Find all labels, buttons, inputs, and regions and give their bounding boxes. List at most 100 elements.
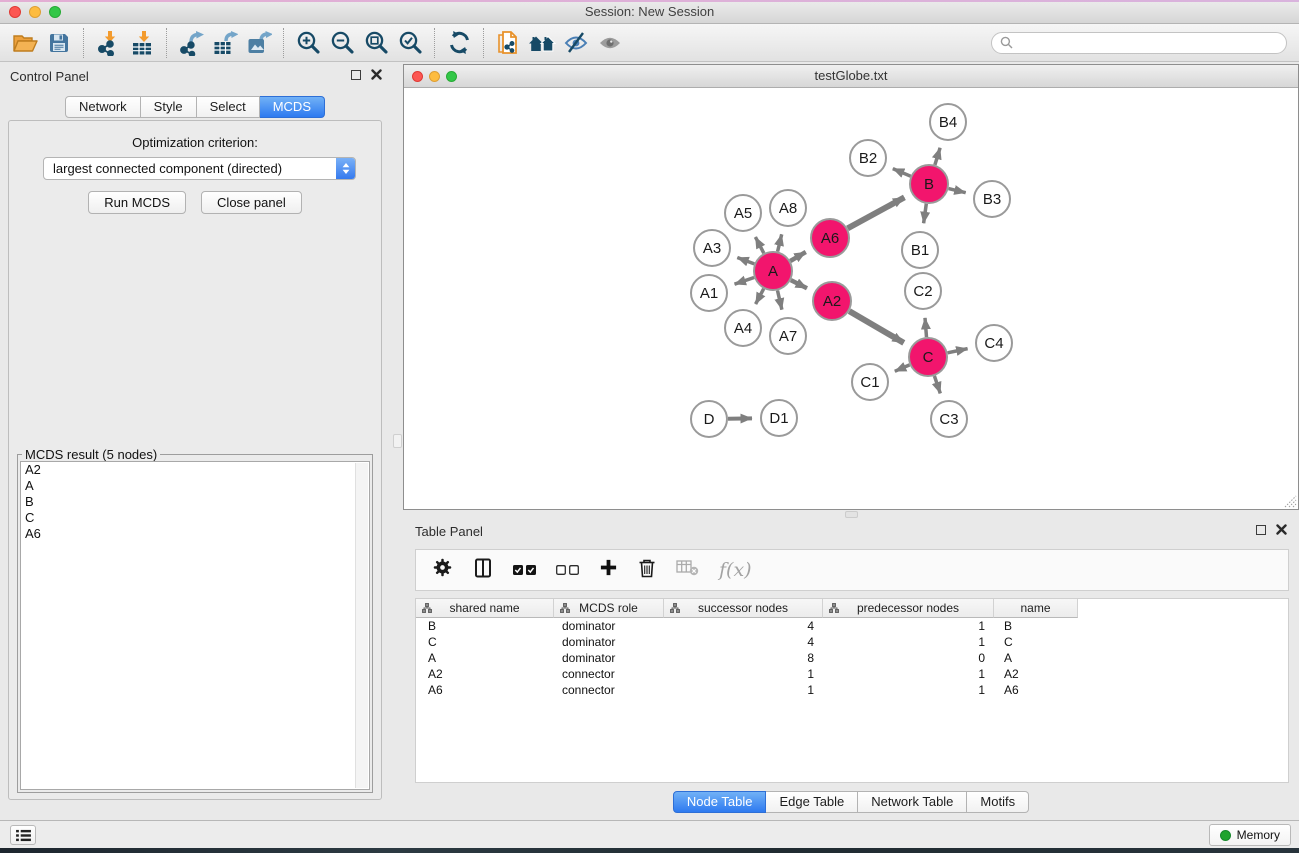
float-panel-icon[interactable] (1256, 525, 1266, 535)
graph-edge-A-A7[interactable] (778, 291, 782, 310)
network-window-traffic-lights[interactable] (412, 71, 457, 82)
column-header-name[interactable]: name (994, 599, 1078, 618)
import-table-button[interactable] (125, 28, 159, 58)
graph-edge-A-A6[interactable] (790, 252, 806, 261)
apply-preferred-layout-button[interactable] (442, 28, 476, 58)
export-network-button[interactable] (174, 28, 208, 58)
select-all-button[interactable] (513, 565, 536, 575)
minimize-window-button[interactable] (29, 6, 41, 18)
graph-edge-A-A5[interactable] (755, 237, 763, 253)
graph-edge-C-C4[interactable] (948, 349, 968, 353)
mcds-result-item[interactable]: A6 (21, 526, 369, 542)
zoom-in-button[interactable] (291, 28, 325, 58)
mcds-result-list[interactable]: A2 A B C A6 (20, 461, 370, 790)
memory-button[interactable]: Memory (1209, 824, 1291, 846)
graph-node-A8[interactable]: A8 (769, 189, 807, 227)
table-row[interactable]: C dominator 4 1 C (416, 634, 1288, 650)
graph-edge-B-B3[interactable] (949, 189, 966, 193)
graph-node-A3[interactable]: A3 (693, 229, 731, 267)
show-task-history-button[interactable] (10, 825, 36, 845)
graph-node-C3[interactable]: C3 (930, 400, 968, 438)
graph-node-B4[interactable]: B4 (929, 103, 967, 141)
graph-node-A4[interactable]: A4 (724, 309, 762, 347)
graph-edge-C-C1[interactable] (895, 365, 910, 371)
graph-edge-A-A4[interactable] (756, 289, 764, 304)
graph-node-A7[interactable]: A7 (769, 317, 807, 355)
zoom-out-button[interactable] (325, 28, 359, 58)
column-header-predecessor-nodes[interactable]: predecessor nodes (823, 599, 994, 618)
search-input[interactable] (1018, 36, 1278, 50)
home-button[interactable] (525, 28, 559, 58)
search-field[interactable] (991, 32, 1287, 54)
graph-node-C2[interactable]: C2 (904, 272, 942, 310)
import-network-button[interactable] (91, 28, 125, 58)
tab-node-table[interactable]: Node Table (673, 791, 767, 813)
traffic-lights[interactable] (9, 6, 61, 18)
delete-column-button[interactable] (638, 558, 656, 583)
close-window-button[interactable] (9, 6, 21, 18)
zoom-fit-button[interactable] (359, 28, 393, 58)
network-window-titlebar[interactable]: testGlobe.txt (404, 65, 1298, 88)
table-row[interactable]: A2 connector 1 1 A2 (416, 666, 1288, 682)
table-row[interactable]: A6 connector 1 1 A6 (416, 682, 1288, 698)
tab-select[interactable]: Select (197, 96, 260, 118)
graph-edge-A-A2[interactable] (791, 280, 807, 288)
graph-edge-C-C3[interactable] (934, 376, 940, 394)
graph-node-B3[interactable]: B3 (973, 180, 1011, 218)
save-session-button[interactable] (42, 28, 76, 58)
graph-edge-A-A8[interactable] (778, 234, 782, 251)
tab-style[interactable]: Style (141, 96, 197, 118)
column-header-successor-nodes[interactable]: successor nodes (664, 599, 823, 618)
column-header-mcds-role[interactable]: MCDS role (554, 599, 664, 618)
tab-mcds[interactable]: MCDS (260, 96, 325, 118)
mcds-list-scrollbar[interactable] (355, 463, 368, 788)
criterion-dropdown[interactable]: largest connected component (directed) (43, 157, 356, 180)
export-image-button[interactable] (242, 28, 276, 58)
show-graphics-details-button[interactable] (593, 28, 627, 58)
graph-node-C1[interactable]: C1 (851, 363, 889, 401)
network-view-window[interactable]: testGlobe.txt B4B2BB3A5A8A6B1A3AC2A1A2A4… (403, 64, 1299, 510)
app-titlebar[interactable]: Session: New Session (0, 0, 1299, 24)
graph-edge-B-B1[interactable] (924, 204, 927, 223)
tab-edge-table[interactable]: Edge Table (766, 791, 858, 813)
export-table-button[interactable] (208, 28, 242, 58)
graph-edge-A2-C[interactable] (849, 311, 904, 343)
network-canvas[interactable]: B4B2BB3A5A8A6B1A3AC2A1A2A4A7C4CC1C3DD1 (404, 88, 1298, 509)
show-column-button[interactable] (473, 558, 493, 583)
close-panel-icon[interactable] (371, 69, 382, 80)
graph-edge-B-B4[interactable] (935, 148, 940, 165)
graph-node-A6[interactable]: A6 (810, 218, 850, 258)
dropdown-stepper[interactable] (336, 157, 355, 180)
graph-node-B1[interactable]: B1 (901, 231, 939, 269)
graph-node-C4[interactable]: C4 (975, 324, 1013, 362)
graph-node-D[interactable]: D (690, 400, 728, 438)
deselect-all-button[interactable] (556, 565, 579, 575)
graph-edge-A6-B[interactable] (848, 197, 905, 228)
tab-motifs[interactable]: Motifs (967, 791, 1029, 813)
create-column-button[interactable] (599, 558, 618, 582)
graph-node-B2[interactable]: B2 (849, 139, 887, 177)
graph-edge-A-A3[interactable] (737, 258, 754, 264)
column-header-shared-name[interactable]: shared name (416, 599, 554, 618)
graph-node-A[interactable]: A (753, 251, 793, 291)
close-panel-icon[interactable] (1276, 524, 1287, 535)
network-minimize-button[interactable] (429, 71, 440, 82)
table-row[interactable]: A dominator 8 0 A (416, 650, 1288, 666)
graph-edge-C-C2[interactable] (925, 318, 927, 337)
close-panel-button[interactable]: Close panel (201, 191, 302, 214)
maximize-window-button[interactable] (49, 6, 61, 18)
graph-node-A2[interactable]: A2 (812, 281, 852, 321)
graph-node-A5[interactable]: A5 (724, 194, 762, 232)
graph-edge-A-A1[interactable] (735, 278, 755, 285)
run-mcds-button[interactable]: Run MCDS (88, 191, 186, 214)
mcds-result-item[interactable]: A (21, 478, 369, 494)
table-settings-button[interactable] (432, 557, 453, 583)
zoom-selected-button[interactable] (393, 28, 427, 58)
tab-network[interactable]: Network (65, 96, 141, 118)
network-from-selection-button[interactable] (491, 28, 525, 58)
network-maximize-button[interactable] (446, 71, 457, 82)
table-row[interactable]: B dominator 4 1 B (416, 618, 1288, 634)
vertical-split-grip[interactable] (393, 434, 402, 448)
graph-node-D1[interactable]: D1 (760, 399, 798, 437)
graph-node-C[interactable]: C (908, 337, 948, 377)
